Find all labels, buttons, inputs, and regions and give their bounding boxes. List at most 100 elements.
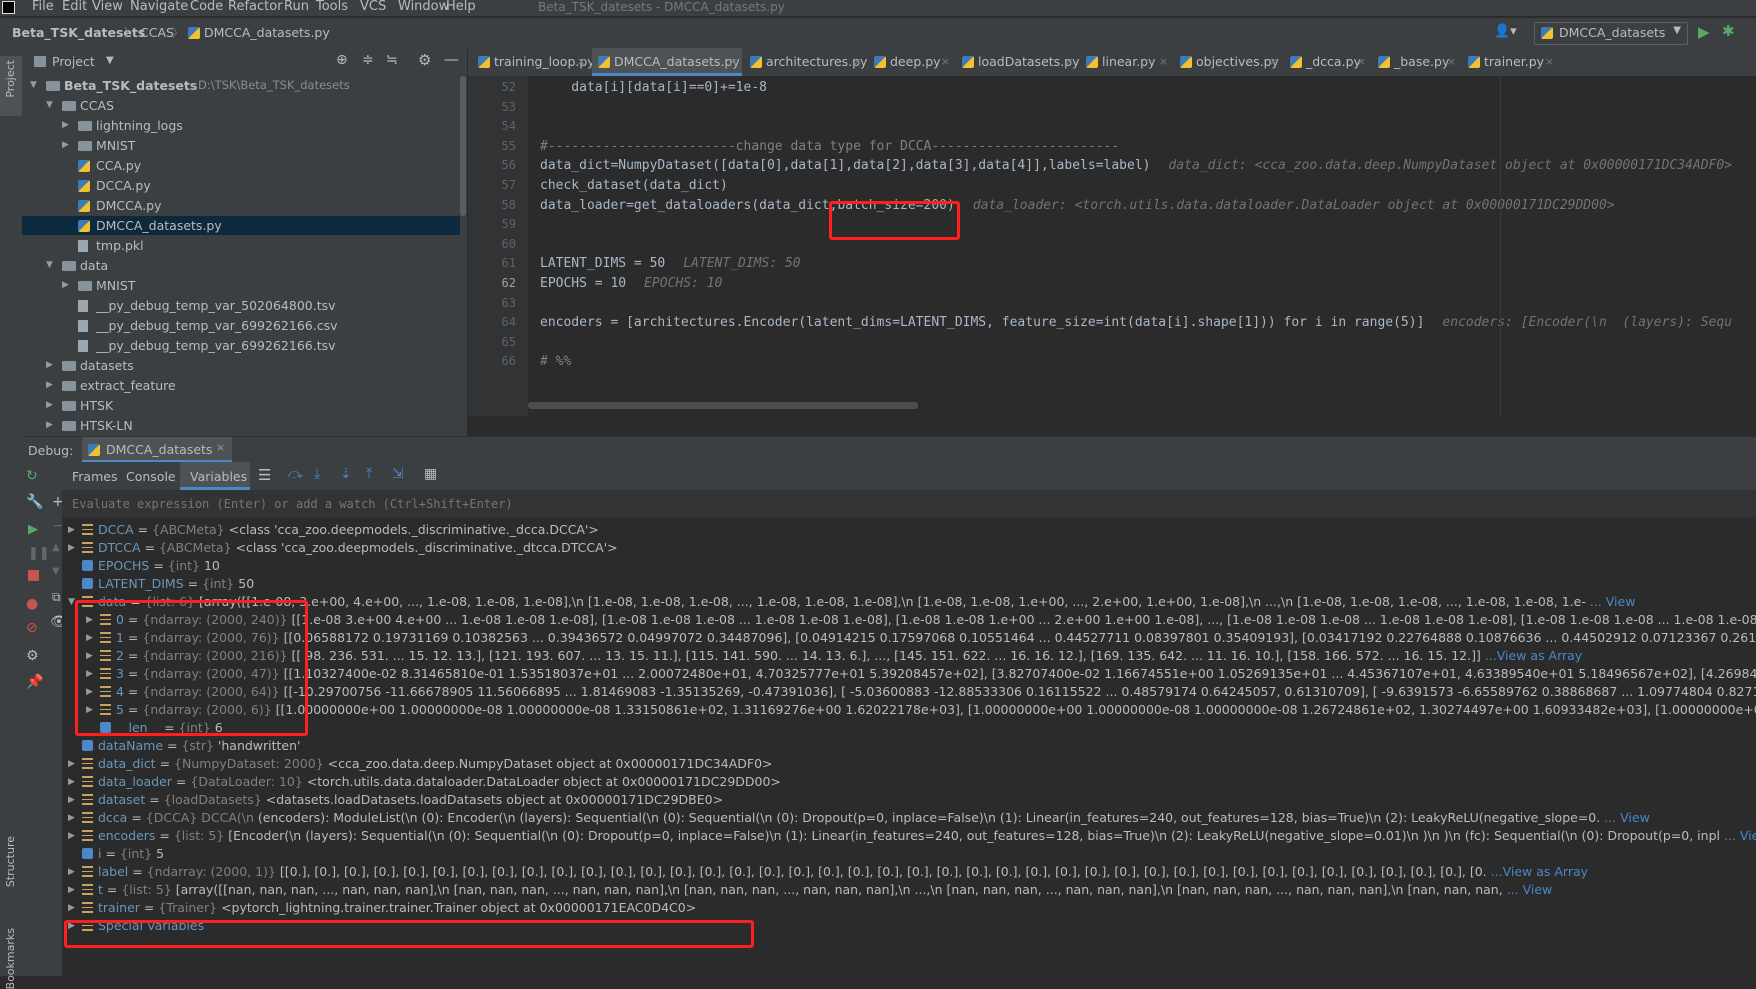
- menu-item-view[interactable]: View: [92, 0, 123, 14]
- tab-linear-py[interactable]: linear.py ×: [1080, 48, 1172, 76]
- close-icon[interactable]: ×: [1447, 48, 1456, 76]
- move-down-icon[interactable]: ▼: [52, 566, 60, 577]
- close-icon[interactable]: ×: [941, 48, 950, 76]
- variable-row[interactable]: ▶ 5 = {ndarray: (2000, 6)} [[1.00000000e+…: [62, 700, 1756, 720]
- variable-row[interactable]: ▶ data_loader = {DataLoader: 10} <torch.u…: [62, 772, 1756, 792]
- gear-icon[interactable]: ⚙: [26, 648, 39, 664]
- variable-row[interactable]: ▶ data_dict = {NumpyDataset: 2000} <cca_z…: [62, 754, 1756, 774]
- tree-item[interactable]: DMCCA_datasets.py: [22, 216, 460, 235]
- chevron-down-icon[interactable]: ▼: [46, 96, 56, 115]
- project-tool-window-button[interactable]: Project: [0, 56, 22, 116]
- code-editor[interactable]: data[i][data[i]==0]+=1e-8 #--------------…: [528, 76, 1756, 416]
- menu-item-tools[interactable]: Tools: [316, 0, 348, 14]
- chevron-down-icon[interactable]: ▼: [46, 256, 56, 275]
- user-icon[interactable]: 👤▾: [1494, 24, 1517, 39]
- tab-dmcca-datasets-py[interactable]: DMCCA_datasets.py ×: [592, 48, 742, 76]
- close-icon[interactable]: ×: [1357, 48, 1366, 76]
- step-over-icon[interactable]: ⤼: [288, 466, 303, 482]
- variable-row[interactable]: ▶ 0 = {ndarray: (2000, 240)} [[1.e-08 3.e…: [62, 610, 1756, 630]
- tree-item[interactable]: ▶ datasets: [22, 356, 460, 375]
- evaluate-expression-input[interactable]: [70, 494, 974, 514]
- variable-row[interactable]: EPOCHS = {int} 10: [62, 556, 1756, 576]
- view-link[interactable]: ... View: [1590, 594, 1636, 609]
- tree-item[interactable]: ▶ MNIST: [22, 136, 460, 155]
- tree-item[interactable]: ▼ data: [22, 256, 460, 275]
- variable-row[interactable]: ▶ dcca = {DCCA} DCCA(\n (encoders): Modul…: [62, 808, 1756, 828]
- variable-row[interactable]: dataName = {str} 'handwritten': [62, 736, 1756, 756]
- tab-architectures-py[interactable]: architectures.py ×: [744, 48, 867, 76]
- debug-session-tab[interactable]: DMCCA_datasets ×: [82, 437, 232, 463]
- variable-row[interactable]: ▶ 4 = {ndarray: (2000, 64)} [[-10.2970075…: [62, 682, 1756, 702]
- close-icon[interactable]: ×: [1269, 48, 1278, 76]
- debug-icon[interactable]: ✱: [1722, 22, 1735, 40]
- close-icon[interactable]: ×: [216, 441, 225, 454]
- variable-row[interactable]: ▶ label = {ndarray: (2000, 1)} [[0.], [0.…: [62, 862, 1756, 882]
- code-line[interactable]: data[i][data[i]==0]+=1e-8: [540, 80, 767, 95]
- menu-item-file[interactable]: File: [32, 0, 54, 14]
- tab--dcca-py[interactable]: _dcca.py ×: [1284, 48, 1370, 76]
- editor-hscrollbar[interactable]: [528, 402, 918, 409]
- structure-tool-label[interactable]: Structure: [4, 836, 17, 887]
- tree-item[interactable]: ▶ lightning_logs: [22, 116, 460, 135]
- mute-breakpoints-icon[interactable]: ⊘: [26, 620, 38, 636]
- code-line[interactable]: data_loader=get_dataloaders(data_dict,ba…: [540, 198, 1615, 213]
- variable-row[interactable]: ▶ dataset = {loadDatasets} <datasets.load…: [62, 790, 1756, 810]
- close-icon[interactable]: ×: [729, 48, 738, 76]
- tree-scrollbar[interactable]: [460, 76, 466, 216]
- menu-item-code[interactable]: Code: [190, 0, 223, 14]
- chevron-right-icon[interactable]: ▶: [46, 416, 56, 435]
- gear-icon[interactable]: ⚙: [418, 51, 431, 69]
- tree-item[interactable]: ▶ HTSK: [22, 396, 460, 415]
- menu-item-navigate[interactable]: Navigate: [130, 0, 188, 14]
- tree-item[interactable]: CCA.py: [22, 156, 460, 175]
- tree-item[interactable]: tmp.pkl: [22, 236, 460, 255]
- tab-objectives-py[interactable]: objectives.py ×: [1174, 48, 1282, 76]
- chevron-right-icon[interactable]: ▶: [68, 898, 75, 918]
- variable-row[interactable]: ▼ data = {list: 6} [array([[1.e-08, 3.e+0…: [62, 592, 1756, 612]
- chevron-right-icon[interactable]: ▶: [68, 520, 75, 540]
- step-into-icon[interactable]: ⤓: [314, 466, 320, 482]
- code-line[interactable]: check_dataset(data_dict): [540, 178, 728, 193]
- hide-panel-icon[interactable]: —: [444, 50, 459, 68]
- tree-item[interactable]: ▼ CCAS: [22, 96, 460, 115]
- variable-row[interactable]: ▶ 2 = {ndarray: (2000, 216)} [[ 98. 236. …: [62, 646, 1756, 666]
- tab-console[interactable]: Console: [126, 469, 176, 484]
- chevron-right-icon[interactable]: ▶: [68, 538, 75, 558]
- tree-item[interactable]: DMCCA.py: [22, 196, 460, 215]
- chevron-right-icon[interactable]: ▶: [68, 790, 75, 810]
- close-icon[interactable]: ×: [577, 48, 586, 76]
- pause-icon[interactable]: ❚❚: [28, 546, 50, 561]
- variable-row[interactable]: ▶ trainer = {Trainer} <pytorch_lightning.…: [62, 898, 1756, 918]
- tab-deep-py[interactable]: deep.py ×: [868, 48, 954, 76]
- move-up-icon[interactable]: ▲: [52, 542, 60, 553]
- tab--base-py[interactable]: _base.py ×: [1372, 48, 1460, 76]
- pin-icon[interactable]: 📌: [26, 674, 43, 690]
- expand-all-icon[interactable]: ≑: [362, 52, 374, 68]
- breadcrumb-file[interactable]: DMCCA_datasets.py: [204, 25, 330, 40]
- tab-trainer-py[interactable]: trainer.py ×: [1462, 48, 1558, 76]
- menu-item-window[interactable]: Window: [398, 0, 449, 14]
- close-icon[interactable]: ×: [1065, 48, 1074, 76]
- menu-item-run[interactable]: Run: [284, 0, 309, 14]
- tab-variables[interactable]: Variables: [180, 462, 250, 490]
- variable-row[interactable]: ▶ t = {list: 5} [array([[nan, nan, nan, .…: [62, 880, 1756, 900]
- step-into-my-code-icon[interactable]: ⇣: [340, 466, 352, 482]
- menu-item-help[interactable]: Help: [446, 0, 476, 14]
- variable-row[interactable]: ▶ 1 = {ndarray: (2000, 76)} [[0.06588172 …: [62, 628, 1756, 648]
- variable-row[interactable]: i = {int} 5: [62, 844, 1756, 864]
- chevron-right-icon[interactable]: ▶: [68, 862, 75, 882]
- menu-item-vcs[interactable]: VCS: [360, 0, 386, 14]
- chevron-right-icon[interactable]: ▶: [62, 276, 72, 295]
- tree-item[interactable]: DCCA.py: [22, 176, 460, 195]
- chevron-right-icon[interactable]: ▶: [68, 808, 75, 828]
- variable-row[interactable]: ▶ encoders = {list: 5} [Encoder(\n (layer…: [62, 826, 1756, 846]
- chevron-right-icon[interactable]: ▶: [68, 880, 75, 900]
- close-icon[interactable]: ×: [853, 48, 862, 76]
- menu-item-edit[interactable]: Edit: [62, 0, 87, 14]
- code-line[interactable]: EPOCHS = 10 EPOCHS: 10: [540, 276, 722, 291]
- code-line[interactable]: encoders = [architectures.Encoder(latent…: [540, 315, 1732, 330]
- step-out-icon[interactable]: ⤒: [366, 466, 372, 482]
- chevron-right-icon[interactable]: ▶: [62, 136, 72, 155]
- code-line[interactable]: #------------------------change data typ…: [540, 139, 1119, 154]
- run-config-select[interactable]: DMCCA_datasets ▼: [1534, 22, 1688, 45]
